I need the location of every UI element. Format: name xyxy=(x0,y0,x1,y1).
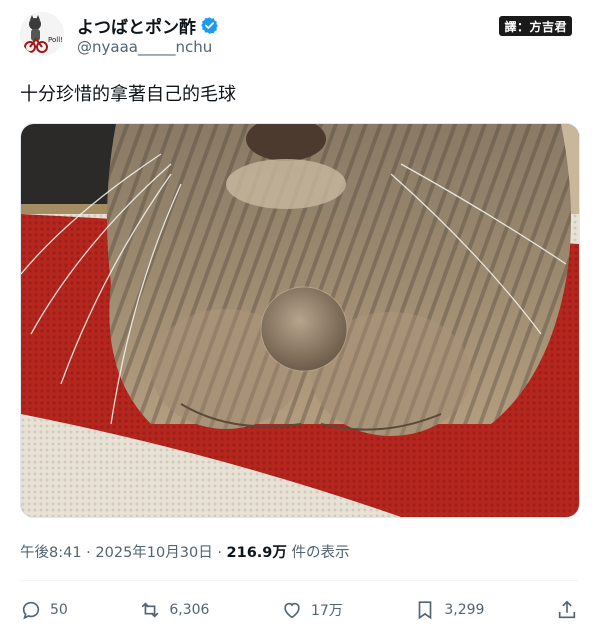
tweet-meta: 午後8:41 · 2025年10月30日 · 216.9万 件の表示 xyxy=(20,541,350,562)
divider xyxy=(20,580,578,581)
tweet-media[interactable] xyxy=(20,123,580,518)
meta-separator: · xyxy=(217,545,227,561)
reply-button[interactable]: 50 xyxy=(20,599,68,621)
views-count: 216.9万 xyxy=(226,545,287,561)
verified-icon xyxy=(201,17,218,34)
like-count: 17万 xyxy=(310,603,343,619)
meta-separator: · xyxy=(86,545,96,561)
avatar[interactable]: Poll! xyxy=(20,12,64,56)
repost-button[interactable]: 6,306 xyxy=(139,599,209,621)
reply-icon xyxy=(22,601,40,620)
views-label: 件の表示 xyxy=(291,545,350,561)
translator-badge: 譯：方吉君 xyxy=(499,16,572,36)
repost-icon xyxy=(141,602,159,618)
action-bar: 50 6,306 17万 3,299 xyxy=(20,596,578,624)
tweet-date[interactable]: 2025年10月30日 xyxy=(95,545,212,561)
author-handle[interactable]: @nyaaa_____nchu xyxy=(77,38,212,56)
like-button[interactable]: 17万 xyxy=(281,599,343,621)
reply-count: 50 xyxy=(50,602,68,618)
bookmark-button[interactable]: 3,299 xyxy=(414,599,484,621)
repost-count: 6,306 xyxy=(169,602,210,618)
cat-photo xyxy=(21,124,579,517)
bookmark-count: 3,299 xyxy=(444,602,485,618)
tweet-text: 十分珍惜的拿著自己的毛球 xyxy=(20,84,236,105)
avatar-caption: Poll! xyxy=(48,36,63,44)
tweet-time[interactable]: 午後8:41 xyxy=(20,545,82,561)
like-icon xyxy=(284,602,300,619)
share-button[interactable] xyxy=(556,599,578,621)
author-name-row[interactable]: よつばとポン酢 xyxy=(77,13,219,38)
avatar-image: Poll! xyxy=(20,12,64,56)
display-name[interactable]: よつばとポン酢 xyxy=(77,13,196,38)
share-icon xyxy=(558,600,576,619)
bookmark-icon xyxy=(419,601,432,620)
